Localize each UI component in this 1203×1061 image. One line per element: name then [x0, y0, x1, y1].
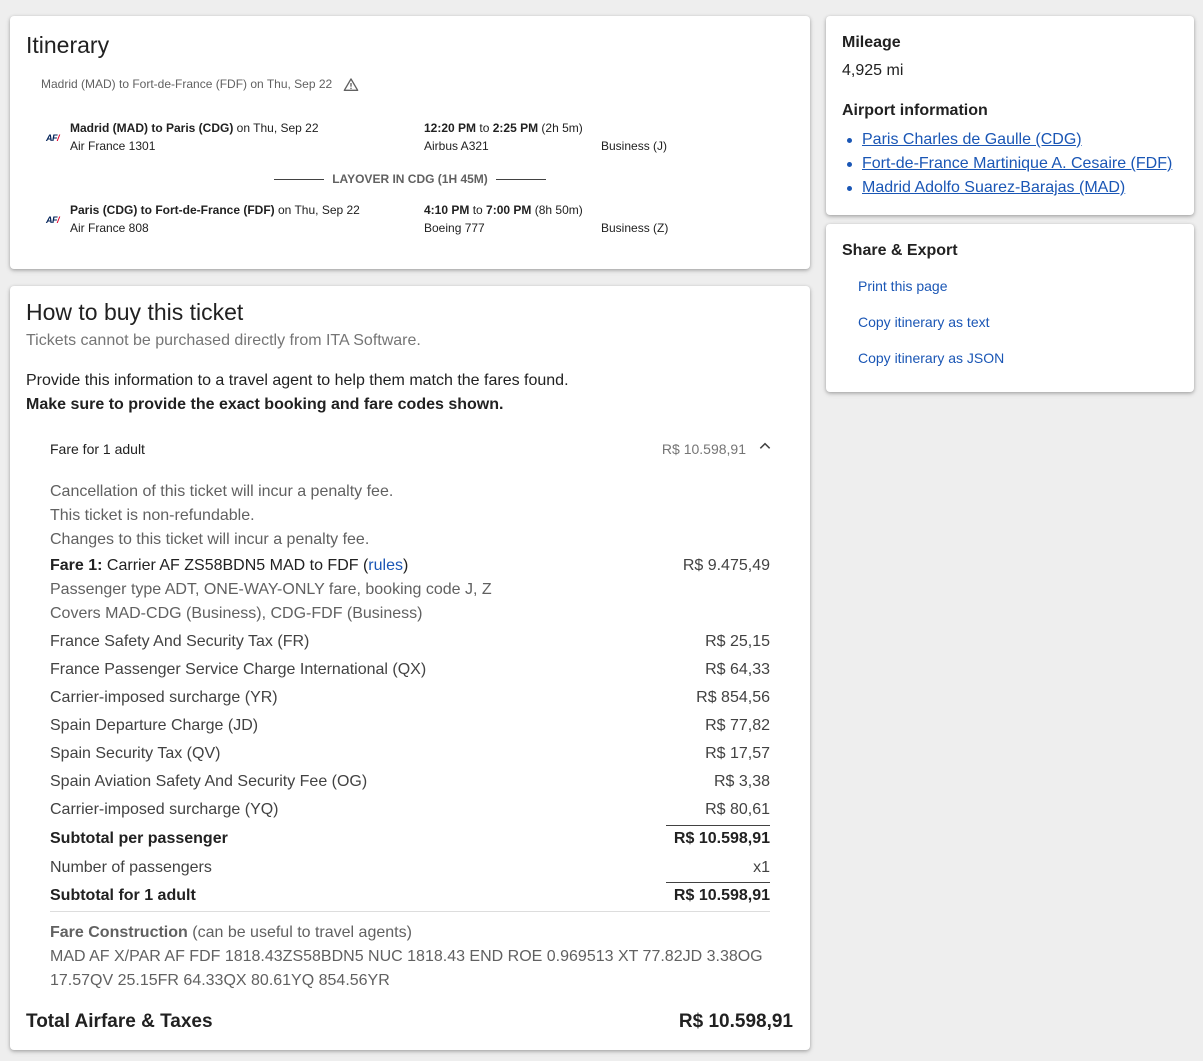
tax-value: R$ 25,15	[705, 633, 770, 650]
subtotal-adult-value: R$ 10.598,91	[673, 887, 770, 904]
fare-construction-heading: Fare Construction (can be useful to trav…	[50, 924, 412, 942]
note-changes: Changes to this ticket will incur a pena…	[50, 531, 370, 548]
subtotal-divider	[666, 825, 770, 826]
segment-1-times: 12:20 PM to 2:25 PM (2h 5m)	[424, 121, 583, 135]
layover-label: LAYOVER IN CDG (1H 45M)	[332, 172, 488, 186]
fare-construction-line-2: 17.57QV 25.15FR 64.33QX 80.61YQ 854.56YR	[50, 972, 390, 989]
layover-divider: LAYOVER IN CDG (1H 45M)	[274, 172, 546, 186]
airport-link-fdf[interactable]: Fort-de-France Martinique A. Cesaire (FD…	[862, 155, 1172, 172]
fare-rules-link[interactable]: rules	[368, 557, 403, 574]
segment-1-date: on Thu, Sep 22	[233, 121, 319, 135]
fare-construction-divider	[50, 911, 770, 912]
how-to-buy-card: How to buy this ticket Tickets cannot be…	[10, 286, 810, 1050]
segment-1-to: to	[476, 121, 493, 135]
fare-construction-line-1: MAD AF X/PAR AF FDF 1818.43ZS58BDN5 NUC …	[50, 948, 763, 965]
segment-2-depart: 4:10 PM	[424, 203, 470, 217]
subtotal-adult-divider	[666, 882, 770, 883]
share-export-card: Share & Export Print this page Copy itin…	[826, 224, 1194, 392]
segment-1-route: Madrid (MAD) to Paris (CDG) on Thu, Sep …	[70, 121, 319, 135]
warning-icon[interactable]	[343, 77, 359, 93]
subtotal-value: R$ 10.598,91	[673, 830, 770, 847]
segment-1-flight: Air France 1301	[70, 139, 156, 153]
airport-info-title: Airport information	[842, 102, 988, 119]
airport-link-cdg[interactable]: Paris Charles de Gaulle (CDG)	[862, 131, 1082, 148]
fare-construction-note: (can be useful to travel agents)	[187, 924, 412, 941]
copy-json-link[interactable]: Copy itinerary as JSON	[858, 350, 1004, 366]
segment-2-duration: (8h 50m)	[531, 203, 583, 217]
fare-1-value: R$ 9.475,49	[682, 557, 770, 574]
share-export-title: Share & Export	[842, 242, 958, 259]
instructions-bold-text: Make sure to provide the exact booking a…	[26, 396, 504, 413]
segment-1-cabin: Business (J)	[601, 139, 668, 153]
how-to-buy-subtitle: Tickets cannot be purchased directly fro…	[26, 332, 421, 349]
tax-label: France Passenger Service Charge Internat…	[50, 661, 427, 678]
chevron-up-icon[interactable]	[758, 439, 772, 453]
fare-1-label: Fare 1:	[50, 557, 103, 574]
airport-item: Paris Charles de Gaulle (CDG)	[846, 128, 1172, 152]
segment-2-arrive: 7:00 PM	[486, 203, 532, 217]
tax-label: Spain Aviation Safety And Security Fee (…	[50, 773, 368, 790]
passengers-value: x1	[753, 859, 770, 876]
tax-label: France Safety And Security Tax (FR)	[50, 633, 310, 650]
air-france-logo-icon: AF/	[46, 133, 60, 143]
segment-1-aircraft: Airbus A321	[424, 139, 489, 153]
how-to-buy-title: How to buy this ticket	[26, 299, 244, 325]
air-france-logo-icon: AF/	[46, 215, 60, 225]
fare-construction-label: Fare Construction	[50, 924, 188, 941]
tax-label: Carrier-imposed surcharge (YR)	[50, 689, 278, 706]
tax-value: R$ 80,61	[705, 801, 770, 818]
fare-1-close: )	[402, 557, 409, 574]
tax-value: R$ 3,38	[713, 773, 770, 790]
itinerary-title: Itinerary	[26, 32, 110, 58]
segment-2-date: on Thu, Sep 22	[274, 203, 360, 217]
instructions-text: Provide this information to a travel age…	[26, 372, 569, 389]
fare-1-detail-passenger: Passenger type ADT, ONE-WAY-ONLY fare, b…	[50, 581, 492, 598]
segment-2-cabin: Business (Z)	[601, 221, 669, 235]
mileage-value: 4,925 mi	[842, 62, 904, 79]
tax-value: R$ 64,33	[705, 661, 770, 678]
copy-text-link[interactable]: Copy itinerary as text	[858, 314, 990, 330]
layover-line-right	[495, 178, 546, 180]
tax-label: Spain Security Tax (QV)	[50, 745, 221, 762]
subtotal-adult-label: Subtotal for 1 adult	[50, 887, 196, 904]
segment-2-times: 4:10 PM to 7:00 PM (8h 50m)	[424, 203, 583, 217]
tax-label: Spain Departure Charge (JD)	[50, 717, 259, 734]
segment-2-flight: Air France 808	[70, 221, 149, 235]
segment-1-route-text: Madrid (MAD) to Paris (CDG)	[70, 121, 234, 135]
print-page-link[interactable]: Print this page	[858, 278, 948, 294]
note-cancellation: Cancellation of this ticket will incur a…	[50, 483, 394, 500]
segment-2-route: Paris (CDG) to Fort-de-France (FDF) on T…	[70, 203, 360, 217]
subtotal-label: Subtotal per passenger	[50, 830, 228, 847]
segment-2-aircraft: Boeing 777	[424, 221, 485, 235]
segment-1-depart: 12:20 PM	[424, 121, 477, 135]
fare-expander-header[interactable]: Fare for 1 adult R$ 10.598,91	[26, 423, 794, 473]
itinerary-card: Itinerary Madrid (MAD) to Fort-de-France…	[10, 16, 810, 269]
layover-line-left	[274, 178, 325, 180]
tax-value: R$ 77,82	[705, 717, 770, 734]
itinerary-summary: Madrid (MAD) to Fort-de-France (FDF) on …	[41, 77, 333, 91]
segment-2-route-text: Paris (CDG) to Fort-de-France (FDF)	[70, 203, 275, 217]
tax-value: R$ 854,56	[696, 689, 770, 706]
airport-item: Fort-de-France Martinique A. Cesaire (FD…	[846, 152, 1172, 176]
tax-value: R$ 17,57	[705, 745, 770, 762]
airport-list: Paris Charles de Gaulle (CDG) Fort-de-Fr…	[846, 128, 1172, 200]
fare-header-value: R$ 10.598,91	[661, 441, 746, 457]
airport-item: Madrid Adolfo Suarez-Barajas (MAD)	[846, 176, 1172, 200]
tax-label: Carrier-imposed surcharge (YQ)	[50, 801, 279, 818]
mileage-card: Mileage 4,925 mi Airport information Par…	[826, 16, 1194, 215]
fare-1-line: Fare 1: Carrier AF ZS58BDN5 MAD to FDF (…	[50, 557, 408, 575]
segment-1-arrive: 2:25 PM	[492, 121, 539, 135]
note-non-refundable: This ticket is non-refundable.	[50, 507, 255, 524]
fare-header-label: Fare for 1 adult	[50, 441, 145, 457]
segment-2-to: to	[469, 203, 487, 217]
fare-1-detail-covers: Covers MAD-CDG (Business), CDG-FDF (Busi…	[50, 605, 423, 622]
segment-1-duration: (2h 5m)	[538, 121, 583, 135]
airport-link-mad[interactable]: Madrid Adolfo Suarez-Barajas (MAD)	[862, 179, 1125, 196]
mileage-title: Mileage	[842, 34, 901, 51]
total-value: R$ 10.598,91	[678, 1011, 793, 1032]
fare-1-text: Carrier AF ZS58BDN5 MAD to FDF (	[102, 557, 369, 574]
passengers-label: Number of passengers	[50, 859, 212, 876]
total-label: Total Airfare & Taxes	[26, 1011, 213, 1032]
